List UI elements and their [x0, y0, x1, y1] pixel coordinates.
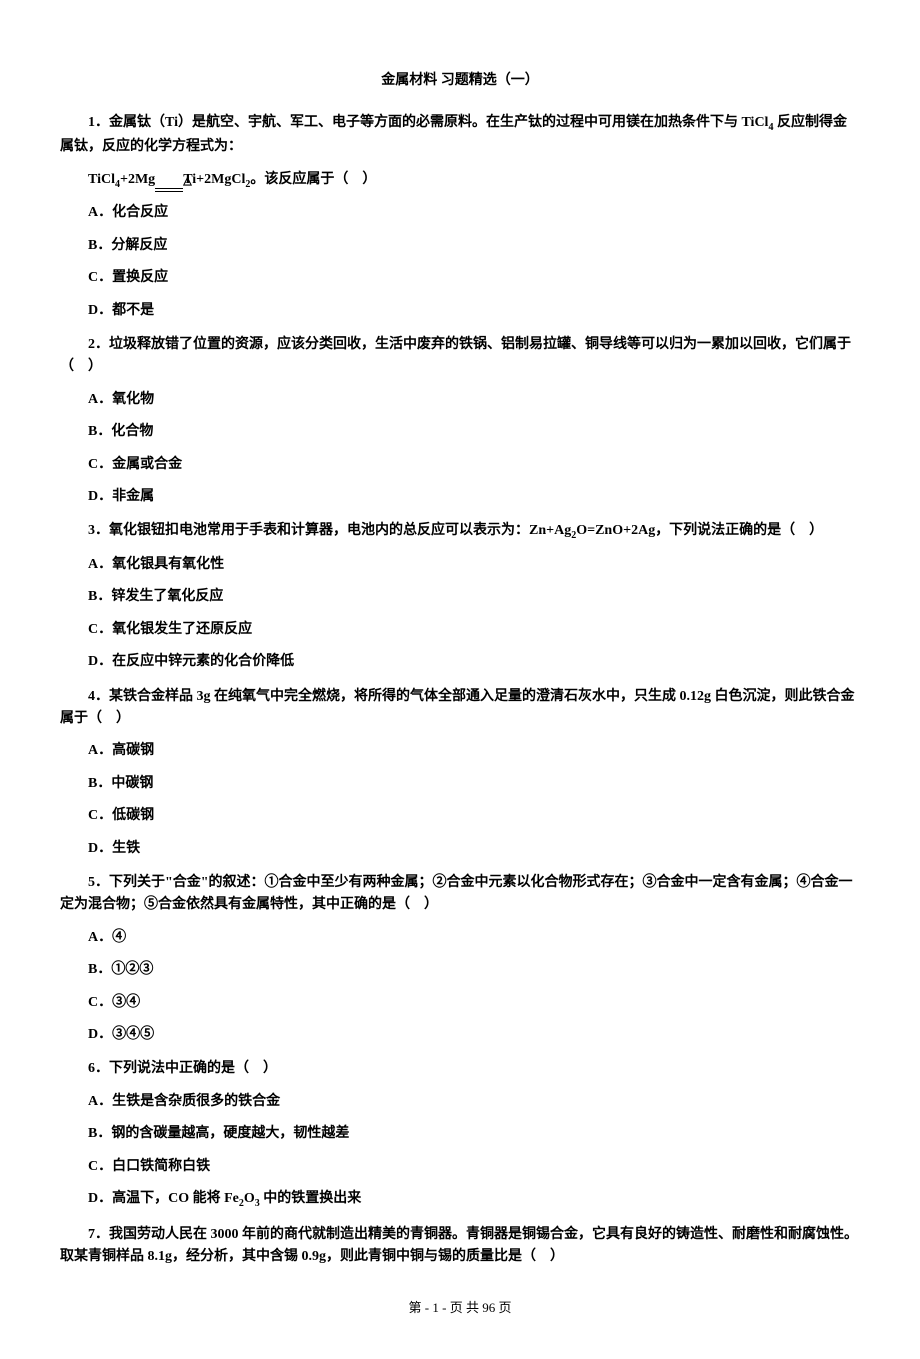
q1-opt-d: D．都不是: [60, 300, 860, 322]
q6-opt-d: D．高温下，CO 能将 Fe2O3 中的铁置换出来: [60, 1188, 860, 1212]
page-title: 金属材料 习题精选（一）: [60, 70, 860, 92]
q3-opt-a: A．氧化银具有氧化性: [60, 554, 860, 576]
q6-d-a: D．高温下，CO 能将 Fe: [88, 1191, 239, 1206]
q1-eq-d: 。该反应属于（ ）: [250, 172, 376, 187]
q6-text: 6．下列说法中正确的是（ ）: [60, 1058, 860, 1080]
q4-opt-a: A．高碳钢: [60, 740, 860, 762]
delta-icon: △: [155, 176, 183, 192]
q5-opt-b: B．①②③: [60, 959, 860, 981]
q4-opt-c: C．低碳钢: [60, 805, 860, 827]
q7-text: 7．我国劳动人民在 3000 年前的商代就制造出精美的青铜器。青铜器是铜锡合金，…: [60, 1224, 860, 1269]
q1-opt-b: B．分解反应: [60, 235, 860, 257]
q6-d-b: O: [244, 1191, 255, 1206]
q6-opt-c: C．白口铁简称白铁: [60, 1156, 860, 1178]
q1-eq-a: TiCl: [88, 172, 115, 187]
q1-text: 1．金属钛（Ti）是航空、宇航、军工、电子等方面的必需原料。在生产钛的过程中可用…: [60, 112, 860, 158]
q2-text: 2．垃圾释放错了位置的资源，应该分类回收，生活中废弃的铁锅、铝制易拉罐、铜导线等…: [60, 334, 860, 379]
q4-opt-d: D．生铁: [60, 838, 860, 860]
q1-text-a: 1．金属钛（Ti）是航空、宇航、军工、电子等方面的必需原料。在生产钛的过程中可用…: [88, 115, 768, 130]
q3-text: 3．氧化银钮扣电池常用于手表和计算器，电池内的总反应可以表示为：Zn+Ag2O=…: [60, 520, 860, 544]
q2-opt-c: C．金属或合金: [60, 454, 860, 476]
q6-opt-b: B．钢的含碳量越高，硬度越大，韧性越差: [60, 1123, 860, 1145]
q3-opt-d: D．在反应中锌元素的化合价降低: [60, 651, 860, 673]
q3-text-b: O=ZnO+2Ag，下列说法正确的是（ ）: [576, 523, 823, 538]
q3-opt-c: C．氧化银发生了还原反应: [60, 619, 860, 641]
q1-eq-c: Ti+2MgCl: [183, 172, 245, 187]
q2-opt-a: A．氧化物: [60, 389, 860, 411]
q2-opt-b: B．化合物: [60, 421, 860, 443]
q1-equation: TiCl4+2Mg△Ti+2MgCl2。该反应属于（ ）: [60, 169, 860, 193]
q3-text-a: 3．氧化银钮扣电池常用于手表和计算器，电池内的总反应可以表示为：Zn+Ag: [88, 523, 571, 538]
q2-opt-d: D．非金属: [60, 486, 860, 508]
q4-opt-b: B．中碳钢: [60, 773, 860, 795]
q3-opt-b: B．锌发生了氧化反应: [60, 586, 860, 608]
q6-opt-a: A．生铁是含杂质很多的铁合金: [60, 1091, 860, 1113]
q1-opt-a: A．化合反应: [60, 202, 860, 224]
q5-text: 5．下列关于"合金"的叙述：①合金中至少有两种金属；②合金中元素以化合物形式存在…: [60, 872, 860, 917]
q5-opt-c: C．③④: [60, 992, 860, 1014]
q2-text-span: 2．垃圾释放错了位置的资源，应该分类回收，生活中废弃的铁锅、铝制易拉罐、铜导线等…: [60, 337, 851, 374]
q1-eq-b: +2Mg: [120, 172, 155, 187]
q1-opt-c: C．置换反应: [60, 267, 860, 289]
q4-text: 4．某铁合金样品 3g 在纯氧气中完全燃烧，将所得的气体全部通入足量的澄清石灰水…: [60, 686, 860, 731]
q5-opt-d: D．③④⑤: [60, 1024, 860, 1046]
q5-opt-a: A．④: [60, 927, 860, 949]
q6-d-c: 中的铁置换出来: [260, 1191, 362, 1206]
